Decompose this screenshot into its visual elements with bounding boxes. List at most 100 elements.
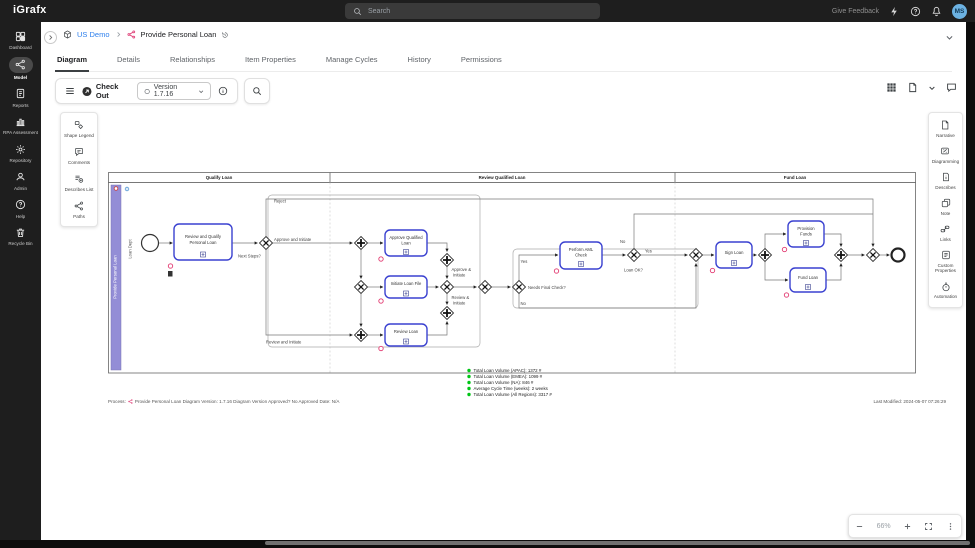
paths-button[interactable]: Paths [73, 201, 85, 219]
nav-item-model[interactable]: Model [0, 56, 41, 80]
project-cube-icon [63, 30, 72, 39]
tab-diagram[interactable]: Diagram [55, 50, 90, 72]
nav-item-repository[interactable]: Repository [0, 142, 41, 163]
resource-icon [167, 263, 174, 269]
nav-item-rpa-assessment[interactable]: RPA Assessment [0, 114, 41, 135]
start-event[interactable] [140, 233, 160, 253]
export-document-icon[interactable] [907, 82, 918, 93]
end-event[interactable] [890, 247, 906, 263]
svg-text:Fund Loan: Fund Loan [798, 275, 819, 280]
tab-permissions[interactable]: Permissions [459, 50, 504, 71]
automation-button[interactable]: Automation [934, 282, 957, 300]
horizontal-scrollbar[interactable] [265, 541, 970, 545]
check-out-button[interactable]: Check Out [82, 82, 130, 100]
task-perform-aml-check[interactable]: Perform AML Check [559, 241, 603, 270]
trash-icon [9, 225, 33, 239]
fullscreen-icon[interactable] [924, 522, 933, 531]
pool-label: Provide Personal Loan [113, 255, 118, 299]
search-icon [354, 7, 362, 15]
help-icon[interactable] [910, 6, 921, 17]
nav-item-reports[interactable]: Reports [0, 87, 41, 108]
give-feedback-link[interactable]: Give Feedback [832, 8, 879, 15]
note-button[interactable]: Note [941, 198, 951, 216]
tab-details[interactable]: Details [115, 50, 142, 71]
custom-properties-icon [941, 250, 950, 260]
diagram-right-panel: Narrative Diagramming Describes Note Lin… [928, 112, 963, 308]
rpa-chart-icon [9, 114, 33, 128]
tab-relationships[interactable]: Relationships [168, 50, 217, 71]
narrative-button[interactable]: Narrative [936, 120, 955, 138]
gateway-label-loan-ok: Loan OK? [624, 268, 644, 273]
user-avatar[interactable]: MS [952, 3, 967, 19]
nav-item-admin[interactable]: Admin [0, 170, 41, 191]
zoom-in-icon[interactable] [903, 522, 912, 531]
nav-label: Model [13, 74, 28, 80]
nav-item-recycle-bin[interactable]: Recycle Bin [0, 225, 41, 246]
grid-view-icon[interactable] [886, 82, 897, 93]
svg-text:Approve Qualified: Approve Qualified [389, 235, 423, 240]
tab-item-properties[interactable]: Item Properties [243, 50, 298, 71]
status-prefix: Process: [108, 399, 126, 404]
task-provision-funds[interactable]: Provision Funds [787, 220, 825, 248]
nav-label: Dashboard [9, 45, 32, 50]
paths-icon [74, 201, 83, 211]
chevron-right-icon [115, 31, 122, 38]
check-out-icon [82, 86, 92, 96]
diagram-left-panel: Shape Legend Comments Describes List Pat… [60, 112, 98, 227]
task-initiate-loan-file[interactable]: Initiate Loan File [384, 275, 428, 299]
whats-new-icon[interactable] [889, 6, 900, 17]
version-history-icon[interactable] [221, 31, 229, 39]
nav-item-help[interactable]: Help [0, 198, 41, 219]
nav-item-dashboard[interactable]: Dashboard [0, 29, 41, 50]
describes-list-button[interactable]: Describes List [65, 174, 93, 192]
task-sign-loan[interactable]: Sign Loan [715, 241, 753, 269]
diagram-canvas[interactable]: Qualify Loan Review Qualified Loan Fund … [108, 172, 916, 398]
resource-icon [553, 268, 560, 274]
task-fund-loan[interactable]: Fund Loan [789, 267, 827, 293]
tab-manage-cycles[interactable]: Manage Cycles [324, 50, 380, 71]
nav-label: Repository [9, 158, 32, 164]
comment-bubble-icon[interactable] [946, 82, 957, 93]
view-toolbar [886, 82, 957, 93]
gateway-label-next-steps: Next Steps? [238, 254, 261, 259]
task-review-and-qualify-personal-loan[interactable]: Review and Qualify Personal Loan [173, 223, 233, 261]
flow-label-yes: Yes [645, 249, 652, 254]
collapse-panel-button[interactable] [44, 31, 57, 44]
kebab-menu-icon[interactable] [946, 522, 955, 531]
diagramming-button[interactable]: Diagramming [932, 146, 959, 164]
phase-qualify-loan: Qualify Loan [206, 175, 233, 180]
chevron-down-icon [946, 36, 953, 40]
hamburger-menu-icon[interactable] [65, 86, 75, 96]
panel-label: Note [940, 210, 951, 216]
notifications-bell-icon[interactable] [931, 6, 942, 17]
diagram-search-button[interactable] [244, 78, 270, 104]
nav-label: Admin [13, 185, 28, 191]
panel-label: Diagramming [931, 158, 960, 164]
app-logo[interactable]: iGrafx [13, 4, 47, 16]
chevron-down-icon[interactable] [928, 84, 936, 92]
tab-history[interactable]: History [406, 50, 433, 71]
breadcrumb-project-link[interactable]: US Demo [77, 30, 110, 39]
describes-button[interactable]: Describes [935, 172, 956, 190]
zoom-controls: 66% [848, 514, 962, 538]
diagram-status-left: Process: Provide Personal Loan Diagram V… [108, 399, 339, 404]
custom-properties-button[interactable]: Custom Properties [931, 250, 960, 274]
legend-item: Total Loan Volume (All Regions): 3317 # [474, 392, 553, 397]
zoom-out-icon[interactable] [855, 522, 864, 531]
links-button[interactable]: Links [940, 224, 951, 242]
info-icon[interactable] [218, 86, 228, 96]
reports-icon [9, 87, 33, 101]
task-approve-qualified-loan[interactable]: Approve Qualified Loan [384, 229, 428, 257]
collapse-header-caret[interactable] [945, 29, 954, 47]
svg-text:Funds: Funds [800, 232, 812, 237]
shape-legend-button[interactable]: Shape Legend [64, 120, 94, 138]
dashboard-icon [9, 29, 33, 43]
comments-button[interactable]: Comments [68, 147, 90, 165]
svg-text:Check: Check [575, 253, 588, 258]
process-share-icon [128, 399, 133, 404]
task-review-loan[interactable]: Review Loan [384, 323, 428, 347]
kpi-legend: Total Loan Volume (APAC): 1372 # Total L… [467, 368, 552, 397]
resource-icon [709, 267, 716, 274]
version-dropdown[interactable]: Version 1.7.16 [136, 82, 211, 100]
global-search-input[interactable]: Search [345, 3, 600, 19]
